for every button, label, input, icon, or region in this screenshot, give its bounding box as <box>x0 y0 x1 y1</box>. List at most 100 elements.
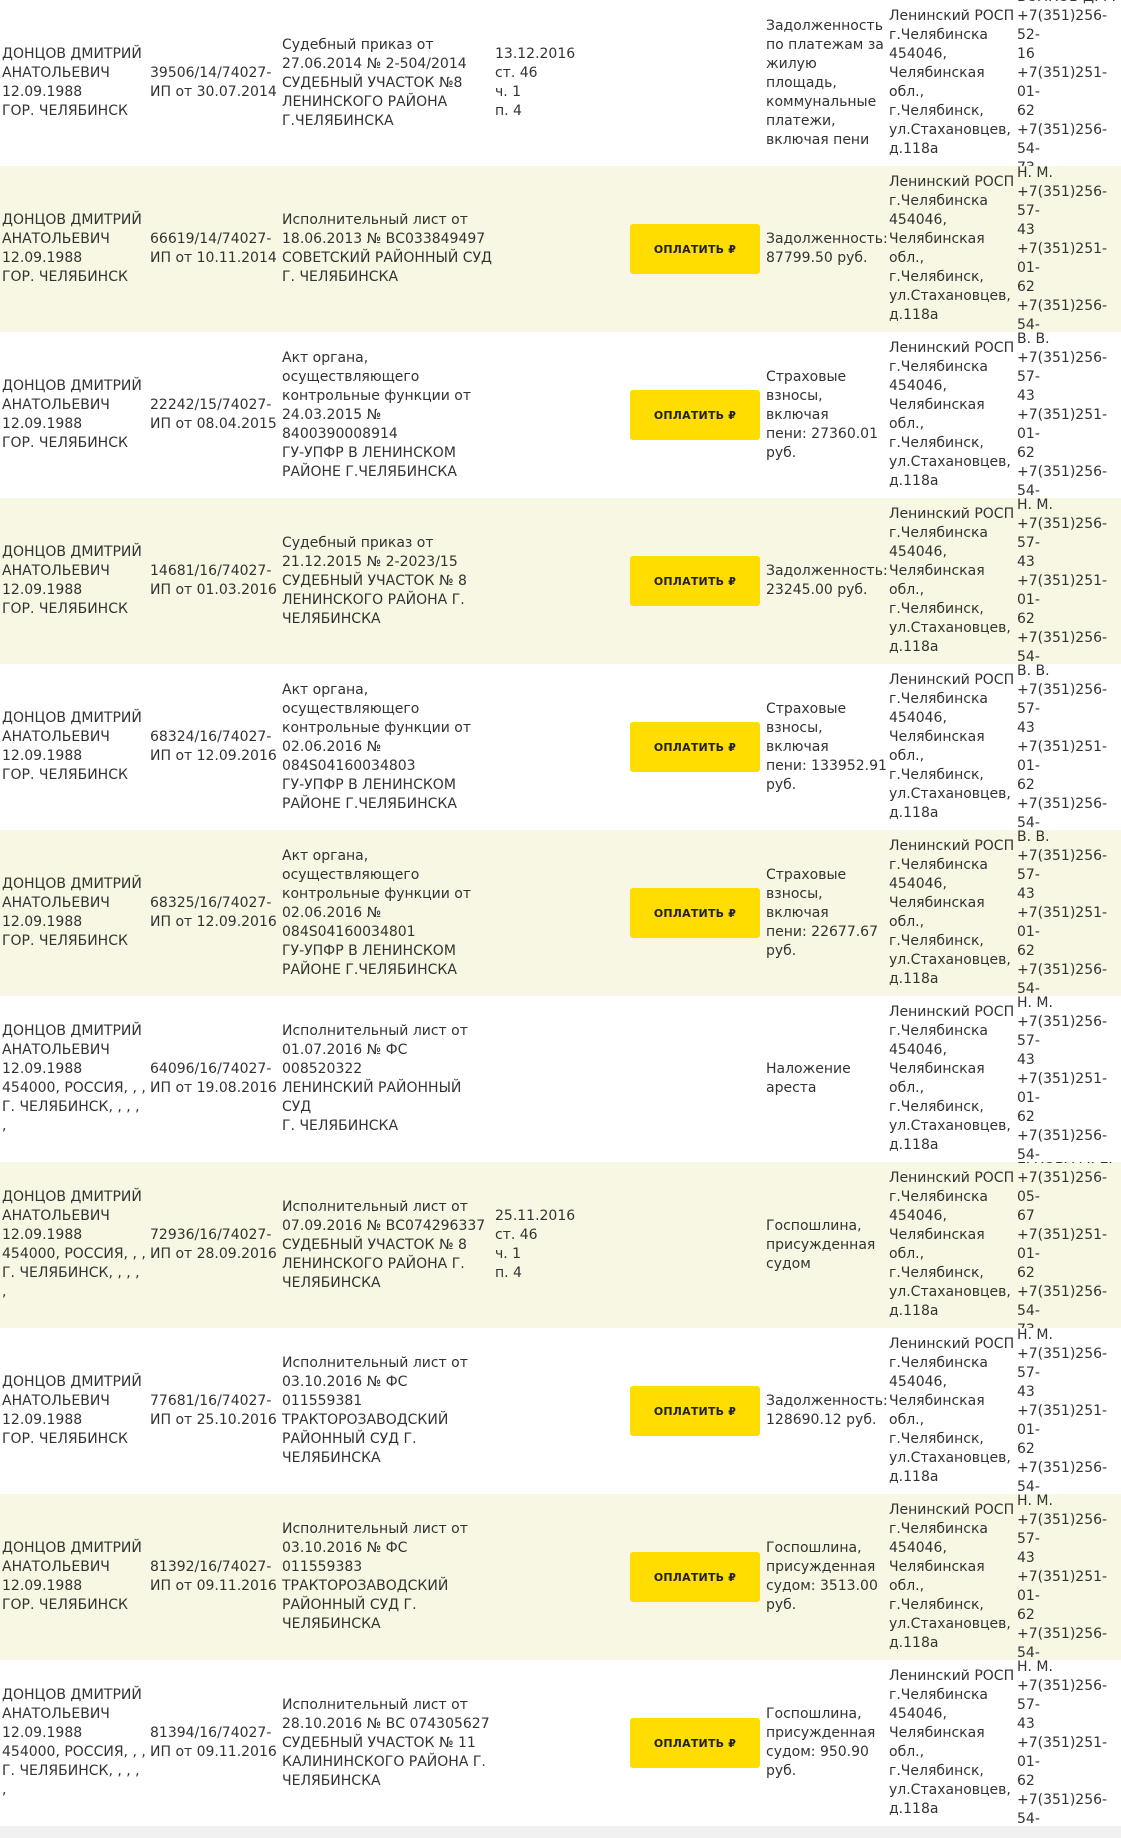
payment-cell: ОПЛАТИТЬ ₽ <box>630 166 760 332</box>
document-text: Исполнительный лист от 01.07.2016 № ФС 0… <box>282 1023 468 1134</box>
proceeding-number-cell: 64096/16/74027- ИП от 19.08.2016 <box>150 996 280 1162</box>
department-cell: Ленинский РОСП г.Челябинска 454046, Челя… <box>889 1162 1017 1328</box>
payment-cell: ОПЛАТИТЬ ₽ <box>630 498 760 664</box>
subject-text: Задолженность: 128690.12 руб. <box>766 1393 888 1428</box>
bailiff-cell: КЛЮКИЦОВА Н. М. +7(351)256-57- 43 +7(351… <box>1017 498 1121 664</box>
bailiff-text: КЛЮКИЦОВА Н. М. +7(351)256-57- 43 +7(351… <box>1017 996 1108 1162</box>
department-cell: Ленинский РОСП г.Челябинска 454046, Челя… <box>889 830 1017 996</box>
debtor-cell: ДОНЦОВ ДМИТРИЙ АНАТОЛЬЕВИЧ 12.09.1988 45… <box>2 1162 146 1328</box>
department-text: Ленинский РОСП г.Челябинска 454046, Челя… <box>889 8 1015 157</box>
proceeding-number-cell: 68325/16/74027- ИП от 12.09.2016 <box>150 830 280 996</box>
bailiff-text: ЛЕДОВСКИХ В. В. +7(351)256-57- 43 +7(351… <box>1017 664 1108 830</box>
department-text: Ленинский РОСП г.Челябинска 454046, Челя… <box>889 1502 1015 1651</box>
debtor-cell: ДОНЦОВ ДМИТРИЙ АНАТОЛЬЕВИЧ 12.09.1988 45… <box>2 996 146 1162</box>
document-cell: Акт органа, осуществляющего контрольные … <box>282 332 492 498</box>
document-text: Судебный приказ от 21.12.2015 № 2-2023/1… <box>282 534 467 627</box>
pay-button[interactable]: ОПЛАТИТЬ ₽ <box>630 1386 760 1436</box>
proceeding-number-text: 64096/16/74027- ИП от 19.08.2016 <box>150 1061 277 1096</box>
table-row: ДОНЦОВ ДМИТРИЙ АНАТОЛЬЕВИЧ 12.09.1988 ГО… <box>0 166 1121 332</box>
table-row: ДОНЦОВ ДМИТРИЙ АНАТОЛЬЕВИЧ 12.09.1988 ГО… <box>0 1494 1121 1660</box>
department-cell: Ленинский РОСП г.Челябинска 454046, Челя… <box>889 996 1017 1162</box>
department-text: Ленинский РОСП г.Челябинска 454046, Челя… <box>889 1170 1015 1319</box>
subject-cell: Задолженность по платежам за жилую площа… <box>766 0 888 166</box>
table-row: ДОНЦОВ ДМИТРИЙ АНАТОЛЬЕВИЧ 12.09.1988 ГО… <box>0 332 1121 498</box>
proceeding-number-cell: 39506/14/74027- ИП от 30.07.2014 <box>150 0 280 166</box>
subject-text: Госпошлина, присужденная судом: 950.90 р… <box>766 1706 876 1779</box>
proceeding-number-cell: 81394/16/74027- ИП от 09.11.2016 <box>150 1660 280 1826</box>
debtor-cell: ДОНЦОВ ДМИТРИЙ АНАТОЛЬЕВИЧ 12.09.1988 ГО… <box>2 498 146 664</box>
bailiff-cell: КЛЮКИЦОВА Н. М. +7(351)256-57- 43 +7(351… <box>1017 1328 1121 1494</box>
pay-button[interactable]: ОПЛАТИТЬ ₽ <box>630 722 760 772</box>
termination-cell <box>495 166 615 332</box>
document-cell: Судебный приказ от 21.12.2015 № 2-2023/1… <box>282 498 492 664</box>
proceeding-number-cell: 66619/14/74027- ИП от 10.11.2014 <box>150 166 280 332</box>
pay-button[interactable]: ОПЛАТИТЬ ₽ <box>630 1552 760 1602</box>
proceeding-number-cell: 14681/16/74027- ИП от 01.03.2016 <box>150 498 280 664</box>
payment-cell: ОПЛАТИТЬ ₽ <box>630 664 760 830</box>
subject-text: Задолженность: 23245.00 руб. <box>766 563 888 598</box>
proceeding-number-text: 39506/14/74027- ИП от 30.07.2014 <box>150 65 277 100</box>
bailiff-text: ЛЕДОВСКИХ В. В. +7(351)256-57- 43 +7(351… <box>1017 332 1108 498</box>
proceeding-number-text: 68325/16/74027- ИП от 12.09.2016 <box>150 895 277 930</box>
bailiff-text: КЛЮКИЦОВА Н. М. +7(351)256-57- 43 +7(351… <box>1017 1328 1108 1494</box>
department-cell: Ленинский РОСП г.Челябинска 454046, Челя… <box>889 1660 1017 1826</box>
document-cell: Судебный приказ от 27.06.2014 № 2-504/20… <box>282 0 492 166</box>
termination-cell <box>495 1494 615 1660</box>
termination-cell: 13.12.2016 ст. 46 ч. 1 п. 4 <box>495 0 615 166</box>
debtor-text: ДОНЦОВ ДМИТРИЙ АНАТОЛЬЕВИЧ 12.09.1988 45… <box>2 1023 146 1134</box>
proceeding-number-cell: 77681/16/74027- ИП от 25.10.2016 <box>150 1328 280 1494</box>
table-row: ДОНЦОВ ДМИТРИЙ АНАТОЛЬЕВИЧ 12.09.1988 45… <box>0 1162 1121 1328</box>
proceeding-number-text: 22242/15/74027- ИП от 08.04.2015 <box>150 397 277 432</box>
termination-cell <box>495 1660 615 1826</box>
subject-cell: Госпошлина, присужденная судом <box>766 1162 888 1328</box>
subject-text: Задолженность по платежам за жилую площа… <box>766 17 884 148</box>
debtor-cell: ДОНЦОВ ДМИТРИЙ АНАТОЛЬЕВИЧ 12.09.1988 ГО… <box>2 830 146 996</box>
table-row: ДОНЦОВ ДМИТРИЙ АНАТОЛЬЕВИЧ 12.09.1988 ГО… <box>0 1328 1121 1494</box>
termination-text: 25.11.2016 ст. 46 ч. 1 п. 4 <box>495 1208 576 1281</box>
termination-cell <box>495 1328 615 1494</box>
department-text: Ленинский РОСП г.Челябинска 454046, Челя… <box>889 1004 1015 1153</box>
department-text: Ленинский РОСП г.Челябинска 454046, Челя… <box>889 1668 1015 1817</box>
table-row: ДОНЦОВ ДМИТРИЙ АНАТОЛЬЕВИЧ 12.09.1988 ГО… <box>0 498 1121 664</box>
bailiff-text: КЛЮКИЦОВА Н. М. +7(351)256-57- 43 +7(351… <box>1017 1660 1108 1826</box>
document-text: Исполнительный лист от 28.10.2016 № ВС 0… <box>282 1696 490 1789</box>
department-text: Ленинский РОСП г.Челябинска 454046, Челя… <box>889 672 1015 821</box>
document-text: Исполнительный лист от 03.10.2016 № ФС 0… <box>282 1521 468 1632</box>
document-text: Акт органа, осуществляющего контрольные … <box>282 681 472 812</box>
department-cell: Ленинский РОСП г.Челябинска 454046, Челя… <box>889 1494 1017 1660</box>
document-cell: Исполнительный лист от 03.10.2016 № ФС 0… <box>282 1494 492 1660</box>
document-cell: Исполнительный лист от 18.06.2013 № ВС03… <box>282 166 492 332</box>
pay-button[interactable]: ОПЛАТИТЬ ₽ <box>630 888 760 938</box>
pay-button[interactable]: ОПЛАТИТЬ ₽ <box>630 390 760 440</box>
debtor-cell: ДОНЦОВ ДМИТРИЙ АНАТОЛЬЕВИЧ 12.09.1988 ГО… <box>2 0 146 166</box>
department-text: Ленинский РОСП г.Челябинска 454046, Челя… <box>889 838 1015 987</box>
bailiff-text: КЛЮКИЦОВА Н. М. +7(351)256-57- 43 +7(351… <box>1017 166 1108 332</box>
pay-button[interactable]: ОПЛАТИТЬ ₽ <box>630 224 760 274</box>
bailiff-text: КЛЮКИЦОВА Н. М. +7(351)256-57- 43 +7(351… <box>1017 1494 1108 1660</box>
department-cell: Ленинский РОСП г.Челябинска 454046, Челя… <box>889 498 1017 664</box>
bailiff-cell: КЛЮКИЦОВА Н. М. +7(351)256-57- 43 +7(351… <box>1017 1660 1121 1826</box>
document-text: Судебный приказ от 27.06.2014 № 2-504/20… <box>282 36 467 129</box>
subject-cell: Задолженность: 87799.50 руб. <box>766 166 888 332</box>
subject-cell: Страховые взносы, включая пени: 27360.01… <box>766 332 888 498</box>
proceeding-number-cell: 81392/16/74027- ИП от 09.11.2016 <box>150 1494 280 1660</box>
subject-text: Страховые взносы, включая пени: 27360.01… <box>766 368 878 461</box>
debtor-text: ДОНЦОВ ДМИТРИЙ АНАТОЛЬЕВИЧ 12.09.1988 ГО… <box>2 1374 142 1447</box>
bailiff-cell: ЛЕДОВСКИХ В. В. +7(351)256-57- 43 +7(351… <box>1017 664 1121 830</box>
subject-text: Страховые взносы, включая пени: 133952.9… <box>766 700 887 793</box>
table-row: ДОНЦОВ ДМИТРИЙ АНАТОЛЬЕВИЧ 12.09.1988 45… <box>0 1660 1121 1826</box>
subject-text: Задолженность: 87799.50 руб. <box>766 231 888 266</box>
subject-text: Госпошлина, присужденная судом <box>766 1217 876 1272</box>
bailiff-text: ЛЕДОВСКИХ В. В. +7(351)256-57- 43 +7(351… <box>1017 830 1108 996</box>
payment-cell: ОПЛАТИТЬ ₽ <box>630 1494 760 1660</box>
department-text: Ленинский РОСП г.Челябинска 454046, Челя… <box>889 506 1015 655</box>
bailiff-cell: ЛЕДОВСКИХ В. В. +7(351)256-57- 43 +7(351… <box>1017 332 1121 498</box>
bailiff-cell: КЛЮКИЦОВА Н. М. +7(351)256-57- 43 +7(351… <box>1017 166 1121 332</box>
department-text: Ленинский РОСП г.Челябинска 454046, Челя… <box>889 174 1015 323</box>
termination-cell <box>495 498 615 664</box>
debtor-cell: ДОНЦОВ ДМИТРИЙ АНАТОЛЬЕВИЧ 12.09.1988 ГО… <box>2 664 146 830</box>
termination-text: 13.12.2016 ст. 46 ч. 1 п. 4 <box>495 46 576 119</box>
payment-cell: ОПЛАТИТЬ ₽ <box>630 830 760 996</box>
pay-button[interactable]: ОПЛАТИТЬ ₽ <box>630 1718 760 1768</box>
pay-button[interactable]: ОПЛАТИТЬ ₽ <box>630 556 760 606</box>
